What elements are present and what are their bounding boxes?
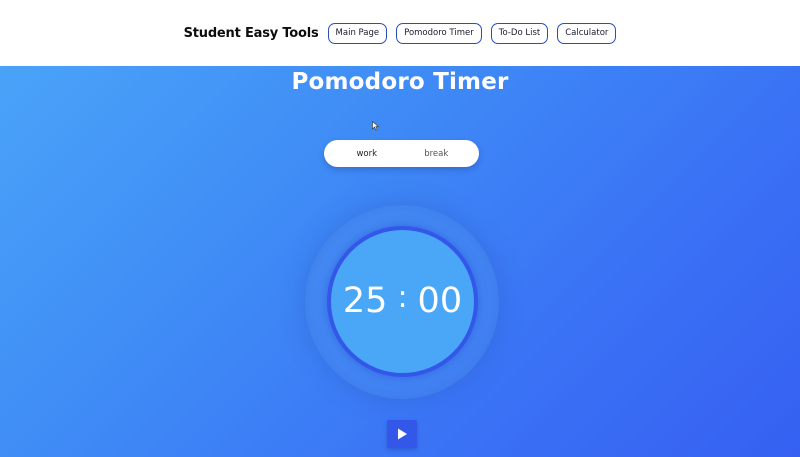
main-section: Pomodoro Timer work break 25 : 00 bbox=[0, 66, 800, 457]
timer-display: 25 : 00 bbox=[342, 280, 463, 321]
brand-title: Student Easy Tools bbox=[183, 25, 319, 41]
timer-separator: : bbox=[397, 280, 408, 315]
timer-minutes: 25 bbox=[342, 280, 388, 321]
timer-seconds: 00 bbox=[417, 280, 463, 321]
play-button[interactable] bbox=[387, 420, 417, 448]
page-title: Pomodoro Timer bbox=[291, 69, 509, 95]
nav-link-todo-list[interactable]: To-Do List bbox=[490, 22, 549, 44]
play-icon bbox=[398, 428, 407, 440]
nav-link-main-page[interactable]: Main Page bbox=[327, 22, 388, 44]
mode-option-break[interactable]: break bbox=[402, 149, 480, 159]
nav-inner: Student Easy Tools Main Page Pomodoro Ti… bbox=[183, 22, 617, 44]
mode-option-work[interactable]: work bbox=[324, 149, 402, 159]
mode-toggle: work break bbox=[324, 140, 479, 167]
navbar: Student Easy Tools Main Page Pomodoro Ti… bbox=[0, 0, 800, 66]
nav-link-calculator[interactable]: Calculator bbox=[557, 22, 617, 44]
mouse-cursor-icon bbox=[372, 121, 380, 131]
nav-link-pomodoro-timer[interactable]: Pomodoro Timer bbox=[396, 22, 482, 44]
timer-circle: 25 : 00 bbox=[327, 226, 478, 377]
